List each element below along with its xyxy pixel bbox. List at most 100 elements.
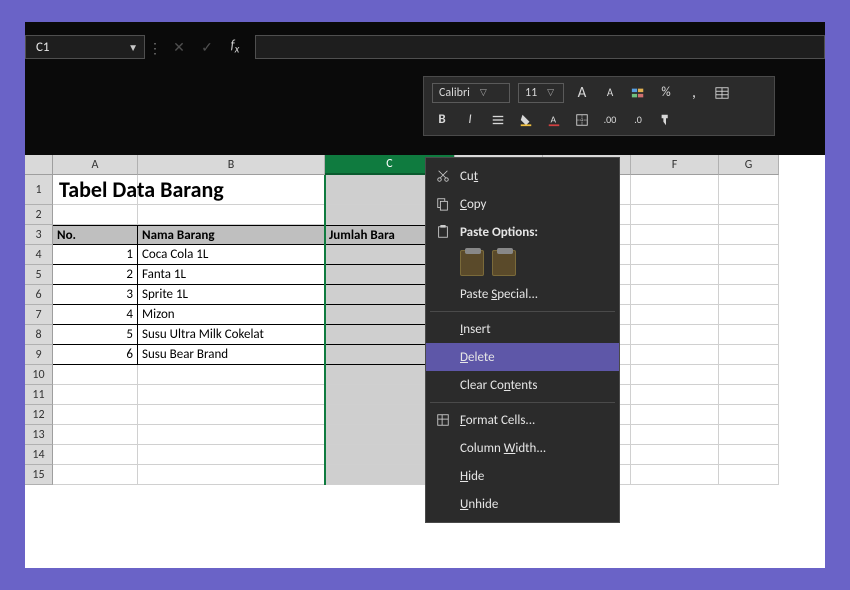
row-header-5[interactable]: 5 [25, 265, 53, 285]
column-header-B[interactable]: B [138, 155, 325, 175]
ctx-hide[interactable]: Hide [426, 462, 619, 490]
cell[interactable] [631, 425, 719, 445]
row-header-13[interactable]: 13 [25, 425, 53, 445]
cell[interactable] [631, 385, 719, 405]
cell[interactable] [719, 465, 779, 485]
cell[interactable] [53, 465, 138, 485]
column-header-F[interactable]: F [631, 155, 719, 175]
cell[interactable] [719, 425, 779, 445]
row-header-12[interactable]: 12 [25, 405, 53, 425]
cell[interactable] [53, 445, 138, 465]
comma-icon[interactable]: , [684, 83, 704, 103]
cell[interactable] [719, 245, 779, 265]
cell[interactable] [53, 205, 138, 225]
cell[interactable]: 6 [53, 345, 138, 365]
decrease-font-icon[interactable]: A [600, 83, 620, 103]
align-icon[interactable] [488, 110, 508, 130]
cell[interactable] [719, 265, 779, 285]
row-header-10[interactable]: 10 [25, 365, 53, 385]
cell[interactable] [631, 285, 719, 305]
cell[interactable] [719, 325, 779, 345]
cell[interactable]: Susu Ultra Milk Cokelat [138, 325, 325, 345]
name-box[interactable]: C1 ▼ [25, 35, 145, 59]
cell[interactable] [719, 345, 779, 365]
increase-font-icon[interactable]: A [572, 83, 592, 103]
cell[interactable] [138, 365, 325, 385]
cell[interactable]: Sprite 1L [138, 285, 325, 305]
cell[interactable] [631, 245, 719, 265]
cell[interactable] [138, 465, 325, 485]
italic-icon[interactable]: I [460, 110, 480, 130]
cell[interactable] [631, 205, 719, 225]
row-header-2[interactable]: 2 [25, 205, 53, 225]
ctx-clear-contents[interactable]: Clear Contents [426, 371, 619, 399]
cell[interactable] [53, 365, 138, 385]
ctx-unhide[interactable]: Unhide [426, 490, 619, 518]
cell[interactable] [138, 175, 325, 205]
cell[interactable] [719, 175, 779, 205]
cell[interactable] [631, 225, 719, 245]
row-header-7[interactable]: 7 [25, 305, 53, 325]
row-header-6[interactable]: 6 [25, 285, 53, 305]
cell[interactable] [719, 405, 779, 425]
cell[interactable] [719, 305, 779, 325]
ctx-delete[interactable]: Delete [426, 343, 619, 371]
cell[interactable] [631, 325, 719, 345]
cell[interactable] [138, 385, 325, 405]
formula-input[interactable] [255, 35, 825, 59]
cell[interactable]: 1 [53, 245, 138, 265]
cell[interactable] [631, 175, 719, 205]
ctx-copy[interactable]: Copy [426, 190, 619, 218]
format-painter-icon[interactable] [656, 110, 676, 130]
cell[interactable] [631, 405, 719, 425]
cell[interactable]: 4 [53, 305, 138, 325]
column-header-G[interactable]: G [719, 155, 779, 175]
cell[interactable] [631, 265, 719, 285]
row-header-3[interactable]: 3 [25, 225, 53, 245]
cell[interactable] [631, 465, 719, 485]
cell[interactable] [53, 425, 138, 445]
title-cell[interactable]: Tabel Data Barang [53, 175, 138, 205]
cell[interactable] [719, 285, 779, 305]
cell[interactable] [631, 305, 719, 325]
row-header-14[interactable]: 14 [25, 445, 53, 465]
paste-default-icon[interactable] [460, 250, 484, 276]
cell[interactable] [138, 205, 325, 225]
percent-icon[interactable]: % [656, 83, 676, 103]
row-header-8[interactable]: 8 [25, 325, 53, 345]
font-color-icon[interactable]: A [544, 110, 564, 130]
cell[interactable]: 5 [53, 325, 138, 345]
borders-icon[interactable] [572, 110, 592, 130]
cell[interactable]: 3 [53, 285, 138, 305]
format-table-icon[interactable] [712, 83, 732, 103]
cell[interactable] [719, 205, 779, 225]
ctx-paste-special[interactable]: Paste Special... [426, 280, 619, 308]
decrease-decimal-icon[interactable]: .0 [628, 110, 648, 130]
row-header-1[interactable]: 1 [25, 175, 53, 205]
ctx-format-cells[interactable]: Format Cells... [426, 406, 619, 434]
cell[interactable] [719, 365, 779, 385]
cell[interactable] [631, 365, 719, 385]
fill-color-icon[interactable] [516, 110, 536, 130]
font-size-select[interactable]: 11 ▽ [518, 83, 564, 103]
chevron-down-icon[interactable]: ▼ [128, 41, 138, 54]
column-header-A[interactable]: A [53, 155, 138, 175]
paste-values-icon[interactable] [492, 250, 516, 276]
row-header-11[interactable]: 11 [25, 385, 53, 405]
bold-icon[interactable]: B [432, 110, 452, 130]
cell[interactable] [53, 405, 138, 425]
cell[interactable]: Fanta 1L [138, 265, 325, 285]
cell[interactable]: 2 [53, 265, 138, 285]
cell-styles-icon[interactable] [628, 83, 648, 103]
cell[interactable] [719, 445, 779, 465]
increase-decimal-icon[interactable]: .00 [600, 110, 620, 130]
row-header-9[interactable]: 9 [25, 345, 53, 365]
ctx-column-width[interactable]: Column Width... [426, 434, 619, 462]
ctx-cut[interactable]: Cut [426, 162, 619, 190]
select-all-corner[interactable] [25, 155, 53, 175]
cell[interactable] [631, 445, 719, 465]
cell[interactable] [138, 445, 325, 465]
cell[interactable] [719, 385, 779, 405]
cell[interactable] [138, 405, 325, 425]
cell[interactable]: Coca Cola 1L [138, 245, 325, 265]
